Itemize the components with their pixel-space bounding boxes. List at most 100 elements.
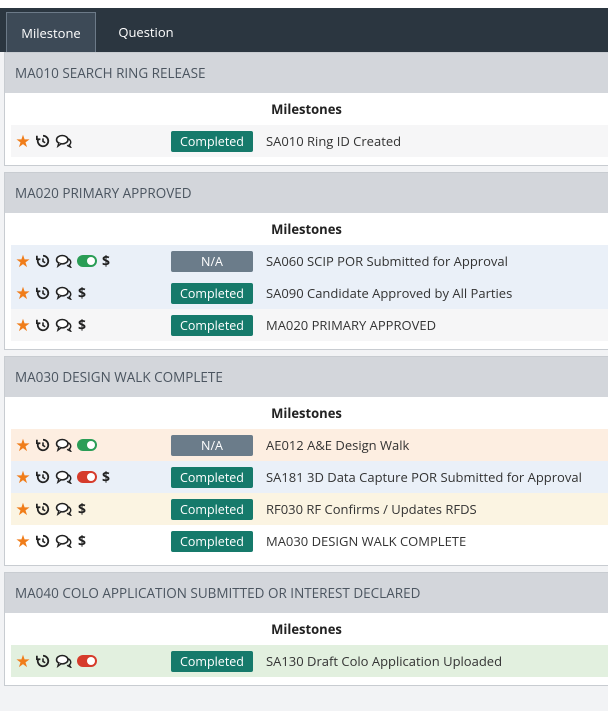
dollar-icon[interactable]: $: [77, 284, 87, 303]
status-badge[interactable]: Completed: [171, 283, 253, 304]
tab-milestone[interactable]: Milestone: [6, 12, 96, 52]
comments-icon[interactable]: [55, 653, 73, 669]
milestone-description[interactable]: SA130 Draft Colo Application Uploaded: [266, 645, 502, 677]
star-icon[interactable]: ★: [15, 316, 31, 333]
status-badge[interactable]: Completed: [171, 131, 253, 152]
star-icon[interactable]: ★: [15, 252, 31, 269]
panel-title[interactable]: MA010 SEARCH RING RELEASE: [5, 53, 608, 93]
status-badge[interactable]: Completed: [171, 651, 253, 672]
row-actions: ★: [15, 125, 73, 157]
dollar-icon[interactable]: $: [77, 316, 87, 335]
panel-title[interactable]: MA020 PRIMARY APPROVED: [5, 173, 608, 213]
toggle-icon[interactable]: [77, 471, 97, 483]
milestones-header-label: Milestones: [271, 620, 342, 638]
tab-question[interactable]: Question: [102, 12, 190, 52]
dollar-icon[interactable]: $: [101, 468, 111, 487]
comments-icon[interactable]: [55, 253, 73, 269]
milestone-description[interactable]: MA020 PRIMARY APPROVED: [266, 309, 436, 341]
history-icon[interactable]: [35, 437, 51, 453]
star-icon[interactable]: ★: [15, 132, 31, 149]
toggle-icon[interactable]: [77, 255, 97, 267]
milestone-description[interactable]: AE012 A&E Design Walk: [266, 429, 409, 461]
row-actions: ★ $: [15, 245, 111, 277]
toggle-knob: [87, 257, 95, 265]
panel-bottom-padding: [5, 677, 608, 685]
milestone-panels: MA010 SEARCH RING RELEASE Milestones ★ Comp…: [4, 52, 608, 692]
row-actions: ★ $: [15, 461, 111, 493]
milestones-column-header: Milestones: [5, 213, 608, 245]
history-icon[interactable]: [35, 533, 51, 549]
status-badge[interactable]: Completed: [171, 499, 253, 520]
milestone-description[interactable]: MA030 DESIGN WALK COMPLETE: [266, 525, 466, 557]
panel-title[interactable]: MA040 COLO APPLICATION SUBMITTED OR INTE…: [5, 573, 608, 613]
milestone-panel: MA010 SEARCH RING RELEASE Milestones ★ Comp…: [4, 52, 608, 166]
star-icon[interactable]: ★: [15, 500, 31, 517]
dollar-icon[interactable]: $: [77, 532, 87, 551]
milestone-description[interactable]: RF030 RF Confirms / Updates RFDS: [266, 493, 477, 525]
milestone-row: ★ $ N/A SA060 SCIP POR Submitted for Approv…: [11, 245, 608, 277]
milestone-description[interactable]: SA060 SCIP POR Submitted for Approval: [266, 245, 508, 277]
toggle-icon[interactable]: [77, 655, 97, 667]
toggle-knob: [87, 657, 95, 665]
star-icon[interactable]: ★: [15, 532, 31, 549]
history-icon[interactable]: [35, 285, 51, 301]
row-actions: ★ $: [15, 309, 87, 341]
dollar-icon[interactable]: $: [101, 252, 111, 271]
milestones-header-label: Milestones: [271, 220, 342, 238]
milestone-row: ★ Completed SA010 Ring ID Created: [11, 125, 608, 157]
comments-icon[interactable]: [55, 437, 73, 453]
panel-title[interactable]: MA030 DESIGN WALK COMPLETE: [5, 357, 608, 397]
history-icon[interactable]: [35, 253, 51, 269]
milestone-row: ★ N/A AE012 A&E Design Walk: [11, 429, 608, 461]
row-actions: ★ $: [15, 277, 87, 309]
star-icon[interactable]: ★: [15, 436, 31, 453]
status-badge[interactable]: Completed: [171, 531, 253, 552]
milestone-row: ★ $ Completed SA181 3D Data Capture POR Sub…: [11, 461, 608, 493]
tab-bar: Milestone Question: [0, 8, 608, 52]
dollar-icon[interactable]: $: [77, 500, 87, 519]
star-icon[interactable]: ★: [15, 284, 31, 301]
row-actions: ★: [15, 645, 97, 677]
milestone-description[interactable]: SA090 Candidate Approved by All Parties: [266, 277, 512, 309]
milestones-header-label: Milestones: [271, 404, 342, 422]
comments-icon[interactable]: [55, 469, 73, 485]
milestone-panel: MA030 DESIGN WALK COMPLETE Milestones ★ N/A…: [4, 356, 608, 566]
milestone-row: ★ $ Completed MA020 PRIMARY APPROVED: [11, 309, 608, 341]
top-strip: [0, 0, 608, 8]
comments-icon[interactable]: [55, 133, 73, 149]
comments-icon[interactable]: [55, 533, 73, 549]
history-icon[interactable]: [35, 501, 51, 517]
toggle-icon[interactable]: [77, 439, 97, 451]
star-icon[interactable]: ★: [15, 468, 31, 485]
milestone-panel: MA020 PRIMARY APPROVED Milestones ★ $ N/A SA0…: [4, 172, 608, 350]
toggle-knob: [87, 473, 95, 481]
milestone-row: ★ $ Completed SA090 Candidate Approved by A…: [11, 277, 608, 309]
history-icon[interactable]: [35, 469, 51, 485]
milestone-description[interactable]: SA010 Ring ID Created: [266, 125, 401, 157]
status-badge[interactable]: N/A: [171, 435, 253, 456]
comments-icon[interactable]: [55, 317, 73, 333]
row-actions: ★ $: [15, 525, 87, 557]
history-icon[interactable]: [35, 653, 51, 669]
comments-icon[interactable]: [55, 285, 73, 301]
status-badge[interactable]: Completed: [171, 467, 253, 488]
row-actions: ★ $: [15, 493, 87, 525]
status-badge[interactable]: Completed: [171, 315, 253, 336]
status-badge[interactable]: N/A: [171, 251, 253, 272]
panel-bottom-padding: [5, 341, 608, 349]
milestone-panel: MA040 COLO APPLICATION SUBMITTED OR INTE…: [4, 572, 608, 686]
panel-bottom-padding: [5, 157, 608, 165]
milestones-header-label: Milestones: [271, 100, 342, 118]
star-icon[interactable]: ★: [15, 652, 31, 669]
history-icon[interactable]: [35, 317, 51, 333]
comments-icon[interactable]: [55, 501, 73, 517]
milestones-column-header: Milestones: [5, 613, 608, 645]
milestones-column-header: Milestones: [5, 93, 608, 125]
history-icon[interactable]: [35, 133, 51, 149]
milestone-description[interactable]: SA181 3D Data Capture POR Submitted for …: [266, 461, 582, 493]
page: Milestone Question MA010 SEARCH RING REL…: [0, 0, 608, 711]
toggle-knob: [87, 441, 95, 449]
panel-bottom-padding: [5, 557, 608, 565]
milestone-row: ★ Completed SA130 Draft Colo Application U…: [11, 645, 608, 677]
milestone-row: ★ $ Completed RF030 RF Confirms / Updates R…: [11, 493, 608, 525]
